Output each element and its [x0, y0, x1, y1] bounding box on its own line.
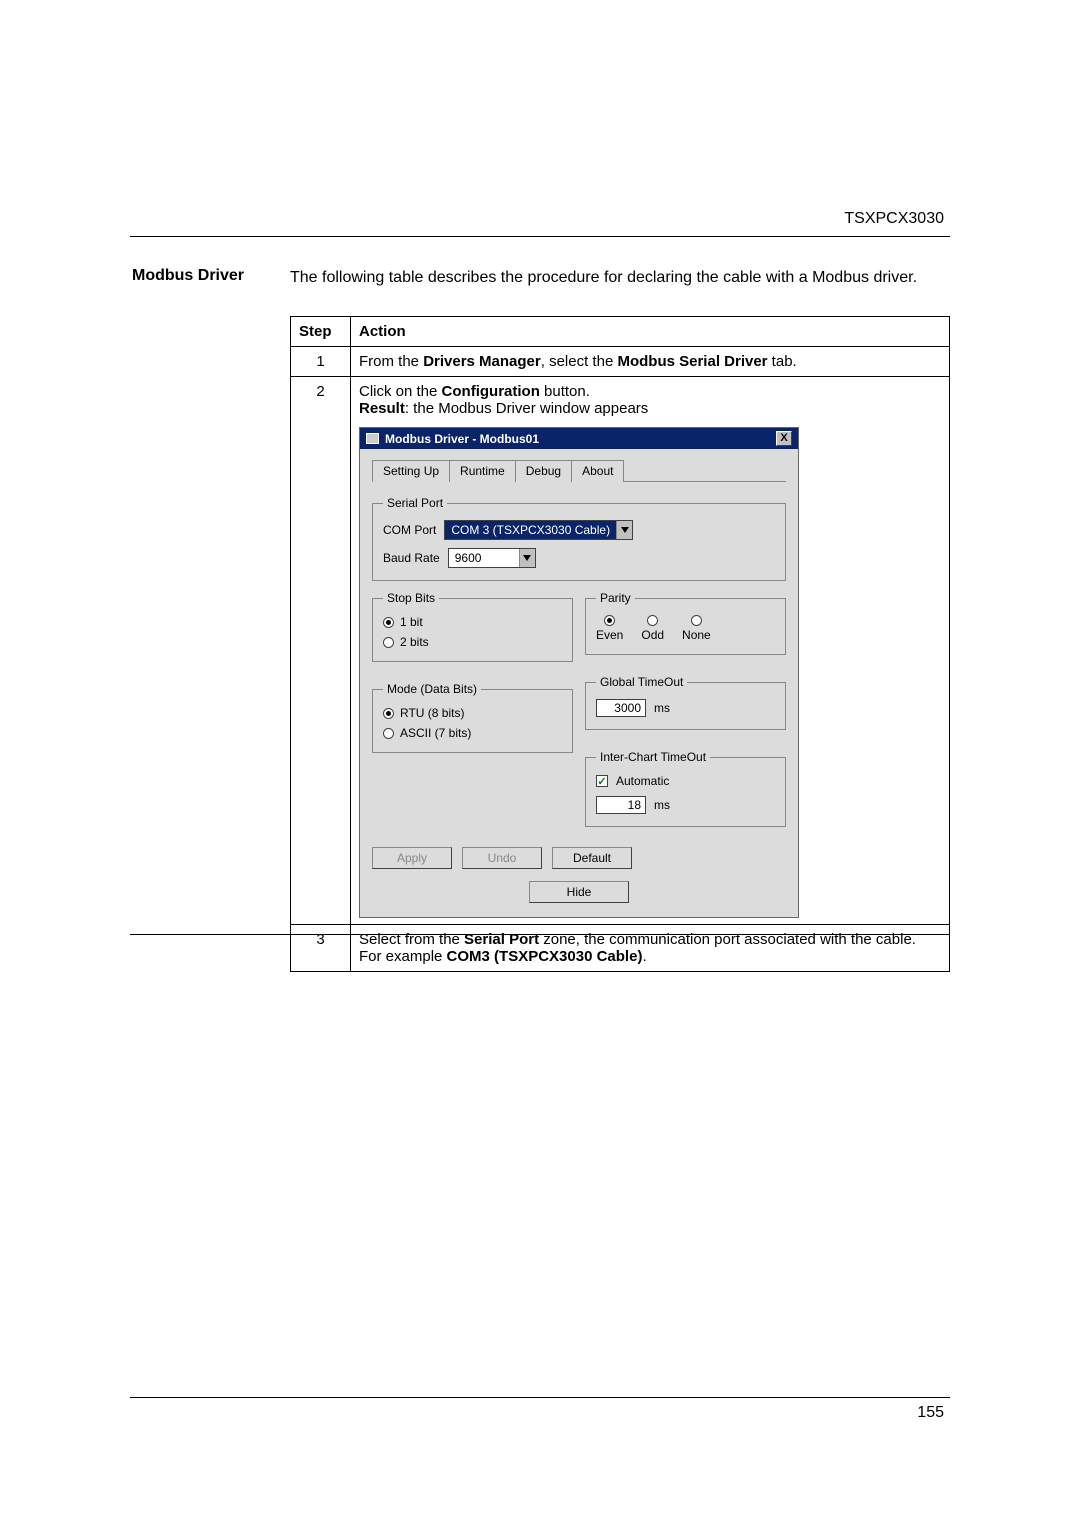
footer-rule	[130, 1397, 950, 1398]
unit-label: ms	[654, 701, 670, 715]
com-port-label: COM Port	[383, 523, 436, 537]
stop-bits-1[interactable]: 1 bit	[383, 615, 562, 629]
automatic-checkbox-row[interactable]: ✓ Automatic	[596, 774, 775, 788]
mode-fieldset: Mode (Data Bits) RTU (8 bits) ASC	[372, 682, 573, 753]
bold-text: Drivers Manager	[423, 353, 541, 370]
radio-icon	[383, 637, 394, 648]
stop-bits-legend: Stop Bits	[383, 591, 439, 605]
mid-rule	[130, 934, 950, 935]
bold-text: Modbus Serial Driver	[617, 353, 767, 370]
baud-rate-combo[interactable]: 9600	[448, 548, 536, 568]
steps-table-wrap: Step Action 1 From the Drivers Manager, …	[290, 316, 950, 972]
undo-button[interactable]: Undo	[462, 847, 542, 869]
baud-rate-label: Baud Rate	[383, 551, 440, 565]
text: tab.	[768, 353, 797, 370]
mode-rtu[interactable]: RTU (8 bits)	[383, 706, 562, 720]
bold-text: Configuration	[442, 383, 540, 400]
col-step: Step	[291, 317, 351, 347]
parity-fieldset: Parity Even	[585, 591, 786, 655]
bold-text: Result	[359, 400, 405, 417]
chevron-down-icon	[519, 549, 535, 567]
header-product: TSXPCX3030	[844, 210, 944, 228]
parity-legend: Parity	[596, 591, 635, 605]
steps-table: Step Action 1 From the Drivers Manager, …	[290, 316, 950, 972]
side-heading: Modbus Driver	[132, 267, 244, 285]
chevron-down-icon	[616, 521, 632, 539]
radio-icon	[604, 615, 615, 626]
checkbox-icon: ✓	[596, 775, 608, 787]
inter-chart-timeout-fieldset: Inter-Chart TimeOut ✓ Automatic 18	[585, 750, 786, 827]
document-page: TSXPCX3030 Modbus Driver The following t…	[0, 0, 1080, 1528]
radio-icon	[647, 615, 658, 626]
bold-text: COM3 (TSXPCX3030 Cable)	[447, 948, 643, 965]
baud-rate-value: 9600	[449, 549, 519, 567]
global-timeout-fieldset: Global TimeOut 3000 ms	[585, 675, 786, 730]
tab-runtime[interactable]: Runtime	[449, 460, 516, 482]
table-row: 3 Select from the Serial Port zone, the …	[291, 925, 950, 972]
hide-button[interactable]: Hide	[529, 881, 629, 903]
tab-debug[interactable]: Debug	[515, 460, 572, 482]
radio-icon	[383, 617, 394, 628]
text: .	[642, 948, 646, 965]
parity-none[interactable]: None	[682, 615, 711, 642]
stop-bits-2[interactable]: 2 bits	[383, 635, 562, 649]
modbus-driver-dialog: Modbus Driver - Modbus01 X Setting Up Ru…	[359, 427, 799, 918]
top-rule	[130, 236, 950, 237]
page-number: 155	[917, 1404, 944, 1422]
radio-icon	[691, 615, 702, 626]
text: , select the	[541, 353, 618, 370]
col-action: Action	[351, 317, 950, 347]
inter-chart-timeout-legend: Inter-Chart TimeOut	[596, 750, 710, 764]
dialog-body: Setting Up Runtime Debug About Serial Po…	[360, 449, 798, 917]
serial-port-legend: Serial Port	[383, 496, 447, 510]
step-number: 2	[291, 377, 351, 925]
parity-odd[interactable]: Odd	[641, 615, 664, 642]
parity-even[interactable]: Even	[596, 615, 623, 642]
com-port-combo[interactable]: COM 3 (TSXPCX3030 Cable)	[444, 520, 633, 540]
close-button[interactable]: X	[776, 431, 792, 446]
stop-bits-fieldset: Stop Bits 1 bit 2 bits	[372, 591, 573, 662]
step3-action: Select from the Serial Port zone, the co…	[351, 925, 950, 972]
text: From the	[359, 353, 423, 370]
step-number: 3	[291, 925, 351, 972]
text: Click on the	[359, 383, 442, 400]
radio-label: ASCII (7 bits)	[400, 726, 471, 740]
window-icon	[366, 433, 379, 444]
step2-action: Click on the Configuration button. Resul…	[351, 377, 950, 925]
table-row: 2 Click on the Configuration button. Res…	[291, 377, 950, 925]
checkbox-label: Automatic	[616, 774, 669, 788]
radio-label: Odd	[641, 628, 664, 642]
step-number: 1	[291, 347, 351, 377]
global-timeout-input[interactable]: 3000	[596, 699, 646, 717]
default-button[interactable]: Default	[552, 847, 632, 869]
radio-icon	[383, 708, 394, 719]
inter-chart-timeout-input[interactable]: 18	[596, 796, 646, 814]
table-header-row: Step Action	[291, 317, 950, 347]
text: button.	[540, 383, 590, 400]
table-row: 1 From the Drivers Manager, select the M…	[291, 347, 950, 377]
serial-port-fieldset: Serial Port COM Port COM 3 (TSXPCX3030 C…	[372, 496, 786, 581]
step1-action: From the Drivers Manager, select the Mod…	[351, 347, 950, 377]
com-port-value: COM 3 (TSXPCX3030 Cable)	[445, 521, 616, 539]
tab-about[interactable]: About	[571, 460, 624, 482]
unit-label: ms	[654, 798, 670, 812]
radio-label: None	[682, 628, 711, 642]
apply-button[interactable]: Apply	[372, 847, 452, 869]
global-timeout-legend: Global TimeOut	[596, 675, 687, 689]
mode-ascii[interactable]: ASCII (7 bits)	[383, 726, 562, 740]
tab-setting-up[interactable]: Setting Up	[372, 460, 450, 482]
radio-label: 2 bits	[400, 635, 429, 649]
intro-paragraph: The following table describes the proced…	[290, 267, 944, 289]
radio-label: 1 bit	[400, 615, 423, 629]
radio-icon	[383, 728, 394, 739]
button-row: Apply Undo Default	[372, 847, 786, 869]
dialog-titlebar: Modbus Driver - Modbus01 X	[360, 428, 798, 449]
radio-label: Even	[596, 628, 623, 642]
text: : the Modbus Driver window appears	[405, 400, 648, 417]
tabs: Setting Up Runtime Debug About	[372, 459, 786, 482]
mode-legend: Mode (Data Bits)	[383, 682, 481, 696]
dialog-title: Modbus Driver - Modbus01	[385, 432, 539, 446]
radio-label: RTU (8 bits)	[400, 706, 464, 720]
